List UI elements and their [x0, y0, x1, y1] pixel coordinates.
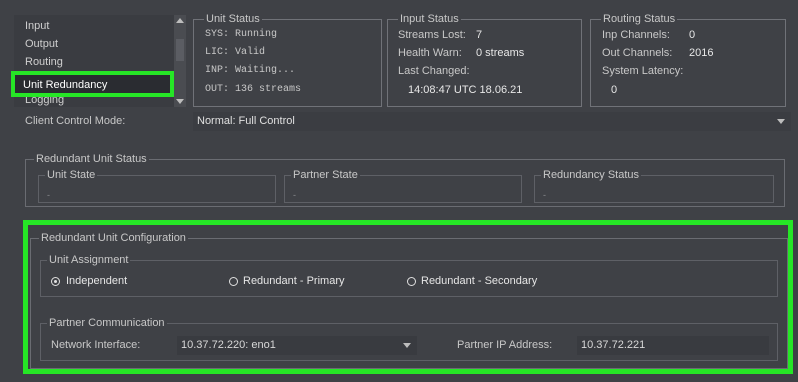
redundant-unit-configuration-title: Redundant Unit Configuration [39, 232, 188, 244]
unit-state-field: Unit State - [38, 169, 276, 203]
nav-item-output[interactable]: Output [25, 38, 58, 50]
routing-status-title: Routing Status [601, 13, 678, 25]
client-control-value: Normal: Full Control [197, 115, 295, 127]
client-control-select[interactable]: Normal: Full Control [193, 112, 791, 131]
unit-state-label: Unit State [45, 169, 98, 181]
radio-redundant-primary-label: Redundant - Primary [243, 275, 345, 287]
system-latency-value: 0 [611, 84, 618, 96]
out-channels-label: Out Channels: [602, 47, 673, 59]
inp-channels-value: 0 [689, 29, 696, 41]
nav-item-unit-redundancy[interactable]: Unit Redundancy [11, 71, 174, 97]
out-channels-value: 2016 [689, 47, 714, 59]
redundancy-status-field: Redundancy Status - [534, 169, 774, 203]
redundancy-status-value: - [543, 190, 546, 200]
network-interface-label: Network Interface: [51, 339, 141, 351]
input-status-box: Input Status Streams Lost: 7 Health Warn… [387, 13, 582, 107]
input-status-title: Input Status [398, 13, 461, 25]
partner-ip-input[interactable]: 10.37.72.221 [577, 336, 769, 355]
scroll-up-icon[interactable] [176, 18, 184, 23]
radio-unchecked-icon [407, 277, 416, 286]
nav-item-input[interactable]: Input [25, 20, 49, 32]
streams-lost-label: Streams Lost: [398, 29, 466, 41]
last-changed-value: 14:08:47 UTC 18.06.21 [408, 84, 523, 96]
unit-status-line-lic: LIC: Valid [205, 47, 266, 58]
network-interface-select[interactable]: 10.37.72.220: eno1 [177, 336, 417, 355]
radio-independent[interactable]: Independent [51, 275, 171, 289]
nav-item-label: Unit Redundancy [23, 79, 108, 91]
chevron-down-icon [777, 119, 785, 124]
streams-lost-value: 7 [476, 29, 483, 41]
nav-item-routing[interactable]: Routing [25, 56, 63, 68]
chevron-down-icon [403, 343, 411, 348]
scroll-thumb[interactable] [176, 39, 184, 61]
unit-assignment-title: Unit Assignment [47, 254, 131, 266]
unit-status-line-out: OUT: 136 streams [205, 84, 302, 95]
last-changed-label: Last Changed: [398, 65, 470, 77]
redundant-unit-status-title: Redundant Unit Status [34, 153, 149, 165]
radio-independent-label: Independent [66, 275, 128, 287]
scroll-down-icon[interactable] [176, 99, 184, 104]
unit-status-box: Unit Status SYS: Running LIC: Valid INP:… [193, 13, 382, 107]
unit-status-line-inp: INP: Waiting... [205, 65, 296, 76]
radio-unchecked-icon [229, 277, 238, 286]
system-latency-label: System Latency: [602, 65, 684, 77]
partner-state-value: - [293, 190, 296, 200]
unit-assignment-group: Unit Assignment Independent Redundant - … [40, 254, 778, 297]
unit-state-value: - [47, 190, 50, 200]
health-warn-label: Health Warn: [398, 47, 462, 59]
radio-checked-icon [51, 277, 60, 286]
health-warn-value: 0 streams [476, 47, 525, 59]
routing-status-box: Routing Status Inp Channels: 0 Out Chann… [590, 13, 786, 107]
inp-channels-label: Inp Channels: [602, 29, 670, 41]
partner-communication-group: Partner Communication Network Interface:… [40, 317, 778, 361]
partner-state-label: Partner State [291, 169, 360, 181]
partner-communication-title: Partner Communication [47, 317, 167, 329]
radio-redundant-primary[interactable]: Redundant - Primary [229, 275, 379, 289]
partner-state-field: Partner State - [284, 169, 522, 203]
partner-ip-label: Partner IP Address: [457, 339, 553, 351]
network-interface-value: 10.37.72.220: eno1 [181, 339, 276, 351]
client-control-label: Client Control Mode: [25, 115, 126, 127]
nav-scrollbar[interactable] [174, 15, 186, 107]
radio-redundant-secondary[interactable]: Redundant - Secondary [407, 275, 577, 289]
redundant-unit-configuration-group: Redundant Unit Configuration Unit Assign… [30, 232, 788, 369]
radio-redundant-secondary-label: Redundant - Secondary [421, 275, 538, 287]
redundant-unit-status-group: Redundant Unit Status Unit State - Partn… [25, 153, 785, 207]
unit-status-line-sys: SYS: Running [205, 29, 278, 40]
unit-status-title: Unit Status [204, 13, 262, 25]
redundancy-status-label: Redundancy Status [541, 169, 642, 181]
partner-ip-value: 10.37.72.221 [581, 339, 646, 351]
